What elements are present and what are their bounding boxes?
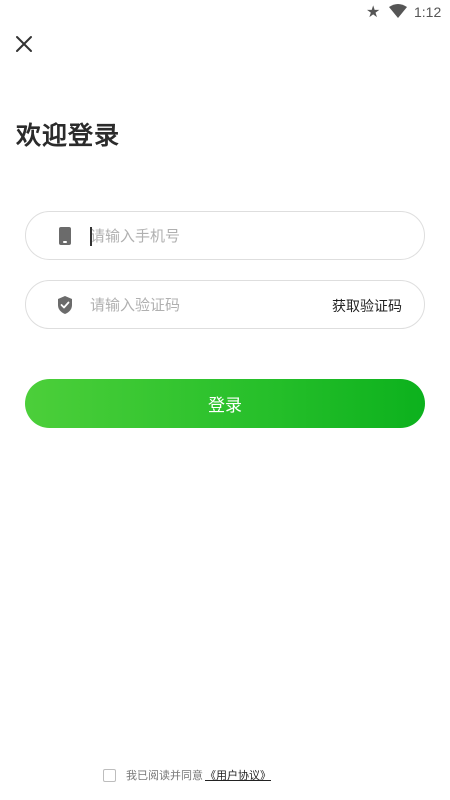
get-code-button[interactable]: 获取验证码 xyxy=(332,296,402,316)
code-input[interactable] xyxy=(90,291,320,319)
wifi-icon xyxy=(389,4,407,18)
star-icon: ★ xyxy=(366,2,381,21)
shield-check-icon xyxy=(58,296,72,314)
code-field: 获取验证码 xyxy=(25,280,425,329)
phone-icon xyxy=(59,227,71,245)
phone-field xyxy=(25,211,425,260)
close-icon[interactable] xyxy=(12,32,36,56)
agreement-text: 我已阅读并同意 xyxy=(126,769,203,782)
login-button[interactable]: 登录 xyxy=(25,379,425,428)
status-bar: ★ 1:12 xyxy=(0,0,450,24)
user-agreement-link[interactable]: 《用户协议》 xyxy=(205,767,271,783)
agreement-checkbox[interactable] xyxy=(103,768,116,782)
phone-input[interactable] xyxy=(90,222,320,250)
text-cursor xyxy=(90,227,92,246)
agreement-row: 我已阅读并同意 《用户协议》 xyxy=(103,766,271,784)
status-time: 1:12 xyxy=(414,4,442,20)
page-title: 欢迎登录 xyxy=(16,121,121,150)
